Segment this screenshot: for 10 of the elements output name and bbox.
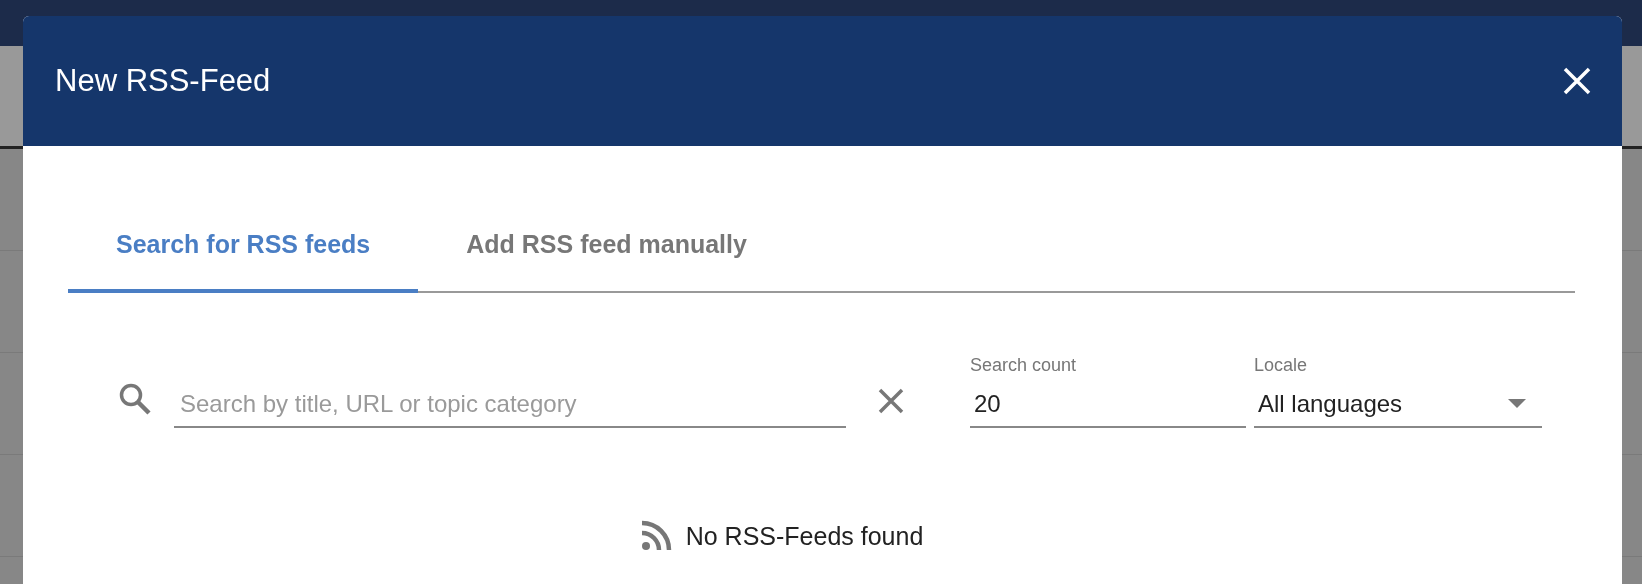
dialog-title: New RSS-Feed	[55, 63, 271, 99]
dropdown-caret-icon	[1508, 399, 1526, 409]
rss-icon	[639, 520, 672, 552]
field-label: Locale	[1254, 355, 1309, 376]
empty-message: No RSS-Feeds found	[685, 521, 924, 551]
search-icon	[118, 382, 152, 416]
field-label: Search count	[970, 355, 1078, 376]
locale-select[interactable]: All languages	[1254, 386, 1542, 428]
tab[interactable]: Add RSS feed manually	[418, 208, 795, 293]
tab[interactable]: Search for RSS feeds	[68, 208, 419, 293]
